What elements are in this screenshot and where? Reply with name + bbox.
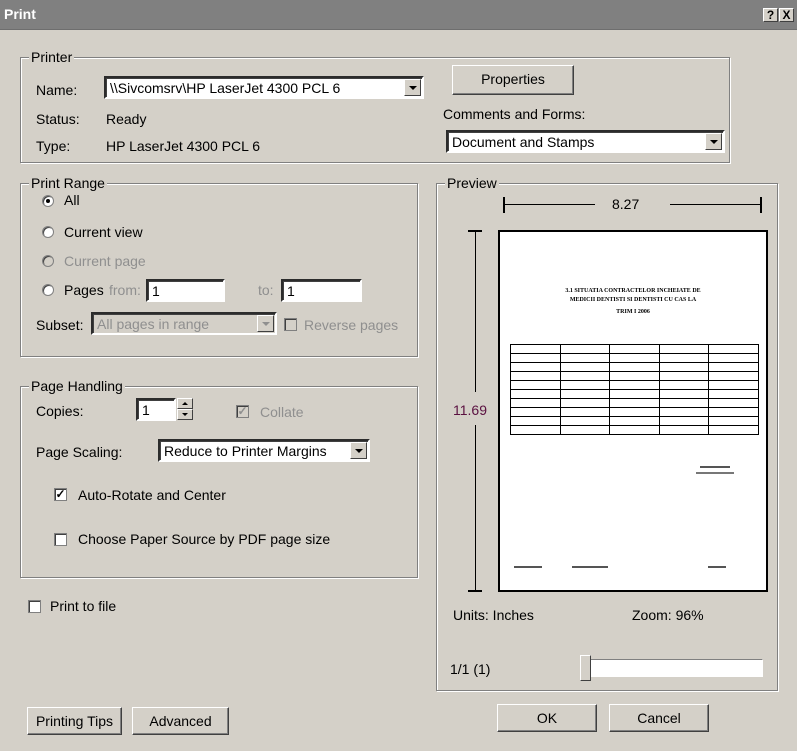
ok-button[interactable]: OK [497,704,597,732]
pages-radio[interactable] [42,284,54,296]
preview-height-value: 11.69 [453,402,487,418]
doc-signature-line2 [696,472,734,474]
reverse-pages-checkbox [284,318,297,331]
current-view-label[interactable]: Current view [64,224,143,240]
pages-from-input[interactable]: 1 [146,279,225,302]
print-range-group-label: Print Range [29,175,107,191]
chevron-down-icon[interactable] [705,133,722,150]
units-text: Units: Inches [453,607,534,623]
paper-source-checkbox[interactable] [54,533,67,546]
printer-name-label: Name: [36,82,78,98]
title-bar: Print ? X [0,0,797,30]
printing-tips-button[interactable]: Printing Tips [27,707,122,735]
all-radio[interactable] [42,195,54,207]
height-line-top [475,232,476,392]
copies-input[interactable]: 1 [136,398,176,421]
printer-name-dropdown[interactable]: \\Sivcomsrv\HP LaserJet 4300 PCL 6 [104,76,424,99]
chevron-down-icon[interactable] [404,79,421,96]
window-title: Print [4,6,36,22]
preview-width-value: 8.27 [612,196,640,212]
comments-forms-dropdown[interactable]: Document and Stamps [446,130,725,153]
doc-table [510,344,759,435]
copies-label: Copies: [36,403,84,419]
doc-footer-left [514,566,542,568]
doc-footer-right [708,566,726,568]
page-handling-group-label: Page Handling [29,378,125,394]
paper-source-label[interactable]: Choose Paper Source by PDF page size [78,531,330,547]
stepper-down-icon[interactable] [177,409,193,420]
subset-dropdown: All pages in range [91,312,277,335]
auto-rotate-label[interactable]: Auto-Rotate and Center [78,487,226,503]
copies-stepper[interactable] [177,398,193,421]
chevron-down-icon [257,315,274,332]
close-button[interactable]: X [779,8,794,22]
printer-group-label: Printer [29,49,75,65]
printer-name-value: \\Sivcomsrv\HP LaserJet 4300 PCL 6 [110,80,341,96]
copies-value: 1 [142,402,150,418]
collate-label: Collate [260,404,304,420]
page-slider-thumb[interactable] [580,655,591,681]
current-page-radio [42,255,54,267]
current-view-radio[interactable] [42,226,54,238]
width-line-right [670,204,760,205]
pages-to-label: to: [258,282,274,298]
collate-checkbox: ✓ [236,404,249,418]
subset-label: Subset: [36,317,84,333]
doc-signature-line1 [700,466,730,468]
printer-status-value: Ready [106,111,147,127]
doc-title-line3: TRIM I 2006 [616,309,650,315]
preview-group-label: Preview [445,175,499,191]
reverse-pages-label: Reverse pages [304,317,399,333]
comments-forms-value: Document and Stamps [452,134,595,150]
pages-radio-label[interactable]: Pages [64,282,104,298]
printer-status-label: Status: [36,111,80,127]
subset-value: All pages in range [97,316,210,332]
page-scaling-label: Page Scaling: [36,444,123,460]
auto-rotate-checkbox[interactable]: ✓ [54,488,67,501]
doc-title-line2: MEDICII DENTISTI SI DENTISTI CU CAS LA [569,297,697,303]
pages-from-value: 1 [152,283,160,299]
doc-title-line1: 3.1 SITUATIA CONTRACTELOR INCHEIATE DE [565,288,701,294]
comments-forms-label: Comments and Forms: [443,106,586,122]
help-button[interactable]: ? [763,8,778,22]
stepper-up-icon[interactable] [177,398,193,409]
doc-footer-center [572,566,608,568]
width-line-left [505,204,595,205]
height-line-bottom [475,425,476,590]
height-tick-bottom [468,590,482,592]
width-tick-right [760,197,762,213]
pages-to-input[interactable]: 1 [281,279,362,302]
page-indicator: 1/1 (1) [450,661,491,677]
page-scaling-value: Reduce to Printer Margins [164,443,327,459]
page-slider-track[interactable] [580,659,763,677]
cancel-button[interactable]: Cancel [609,704,709,732]
printer-type-value: HP LaserJet 4300 PCL 6 [106,138,261,154]
zoom-text: Zoom: 96% [632,607,704,623]
print-to-file-label[interactable]: Print to file [50,598,116,614]
advanced-button[interactable]: Advanced [132,707,229,735]
current-page-label: Current page [64,253,146,269]
pages-to-value: 1 [287,283,295,299]
properties-button[interactable]: Properties [452,65,574,95]
pages-from-label: from: [109,282,141,298]
width-tick-left [503,197,505,213]
all-radio-label[interactable]: All [64,192,80,208]
printer-type-label: Type: [36,138,71,154]
page-scaling-dropdown[interactable]: Reduce to Printer Margins [158,439,370,462]
page-preview: 3.1 SITUATIA CONTRACTELOR INCHEIATE DE M… [498,230,768,592]
print-to-file-checkbox[interactable] [28,600,41,613]
chevron-down-icon[interactable] [350,442,367,459]
